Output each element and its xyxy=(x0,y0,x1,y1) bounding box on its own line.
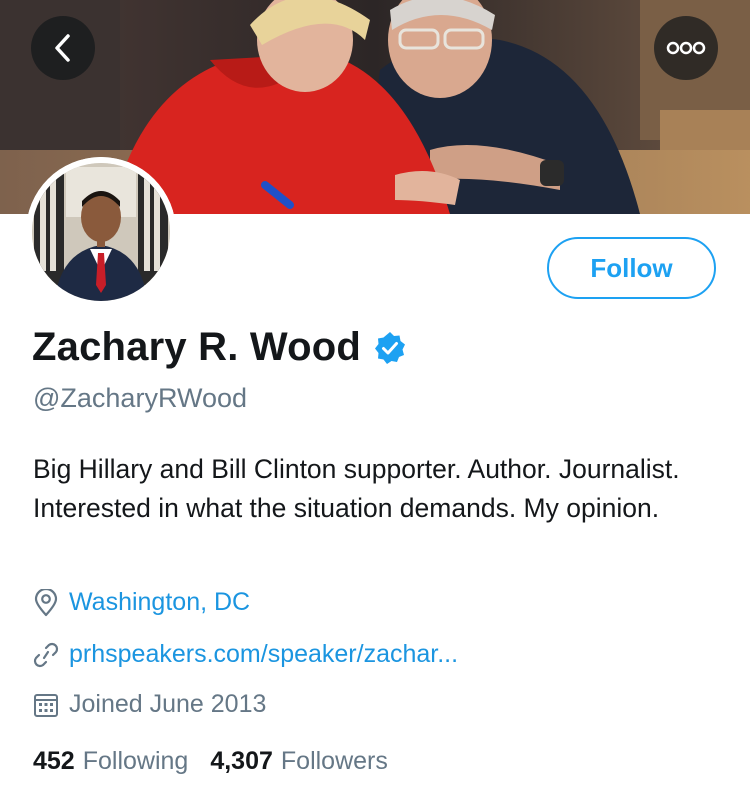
more-dots-icon xyxy=(666,41,706,55)
profile-handle: @ZacharyRWood xyxy=(33,383,247,413)
profile-bio: Big Hillary and Bill Clinton supporter. … xyxy=(33,454,680,523)
profile-website: prhspeakers.com/speaker/zachar... xyxy=(33,640,458,669)
following-stat[interactable]: 452 Following xyxy=(33,747,188,776)
followers-count: 4,307 xyxy=(210,747,273,775)
calendar-icon xyxy=(34,693,58,717)
chevron-left-icon xyxy=(55,34,70,62)
follow-button[interactable]: Follow xyxy=(547,237,716,299)
profile-joined: Joined June 2013 xyxy=(33,690,266,719)
website-link[interactable]: prhspeakers.com/speaker/zachar... xyxy=(69,640,458,669)
location-text[interactable]: Washington, DC xyxy=(69,588,250,617)
following-count: 452 xyxy=(33,747,75,775)
following-label: Following xyxy=(82,747,189,775)
profile-name-row: Zachary R. Wood xyxy=(32,325,407,370)
joined-date: Joined June 2013 xyxy=(69,690,267,718)
more-options-button[interactable] xyxy=(654,16,718,80)
followers-label: Followers xyxy=(280,747,388,775)
back-button[interactable] xyxy=(31,16,95,80)
profile-avatar[interactable] xyxy=(26,157,176,307)
profile-stats: 452 Following 4,307 Followers xyxy=(33,747,388,776)
location-pin-icon xyxy=(34,588,58,616)
profile-name: Zachary R. Wood xyxy=(32,325,361,369)
followers-stat[interactable]: 4,307 Followers xyxy=(210,747,388,776)
verified-badge-icon xyxy=(374,331,405,364)
link-icon xyxy=(33,642,59,667)
profile-location: Washington, DC xyxy=(33,588,250,617)
